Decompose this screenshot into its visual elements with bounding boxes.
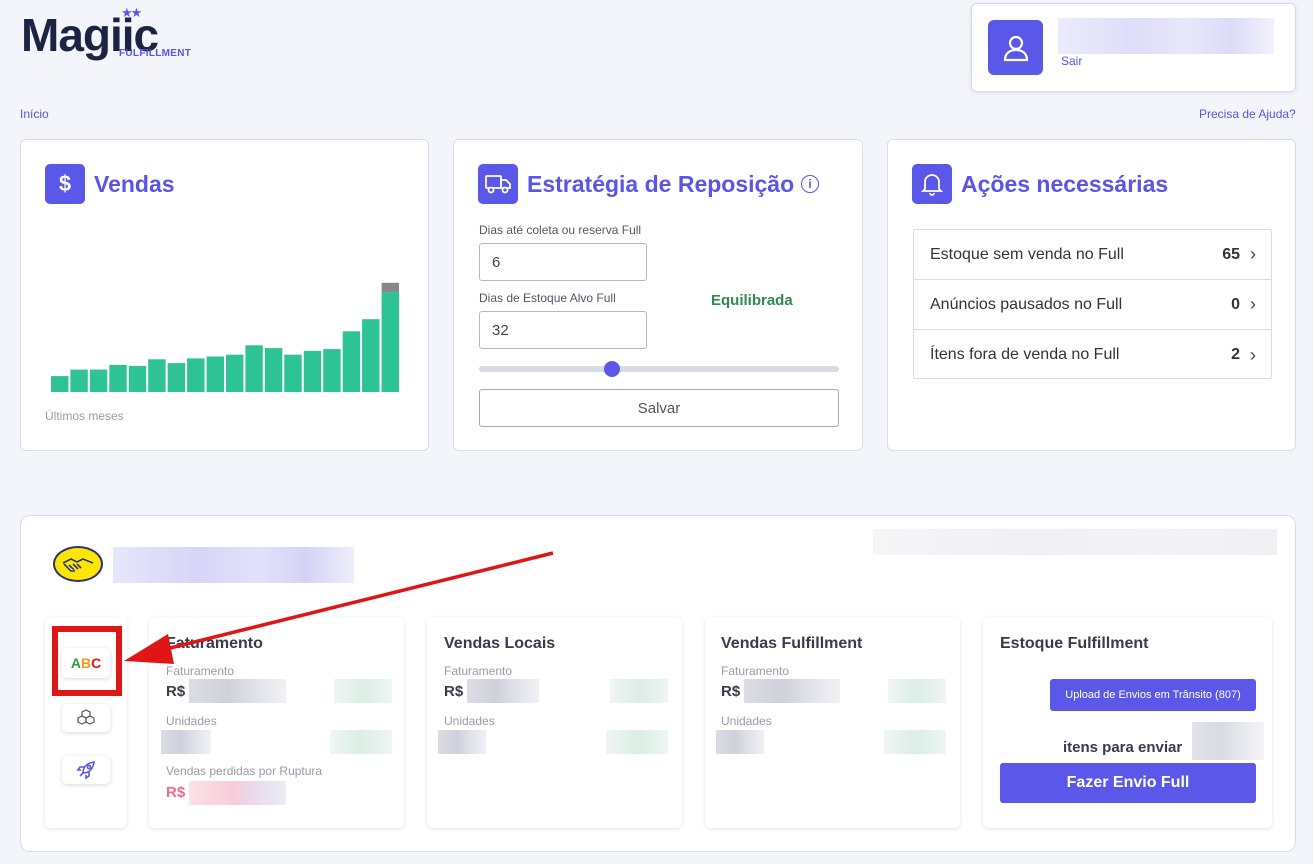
annotation-arrow-icon [124,551,554,664]
